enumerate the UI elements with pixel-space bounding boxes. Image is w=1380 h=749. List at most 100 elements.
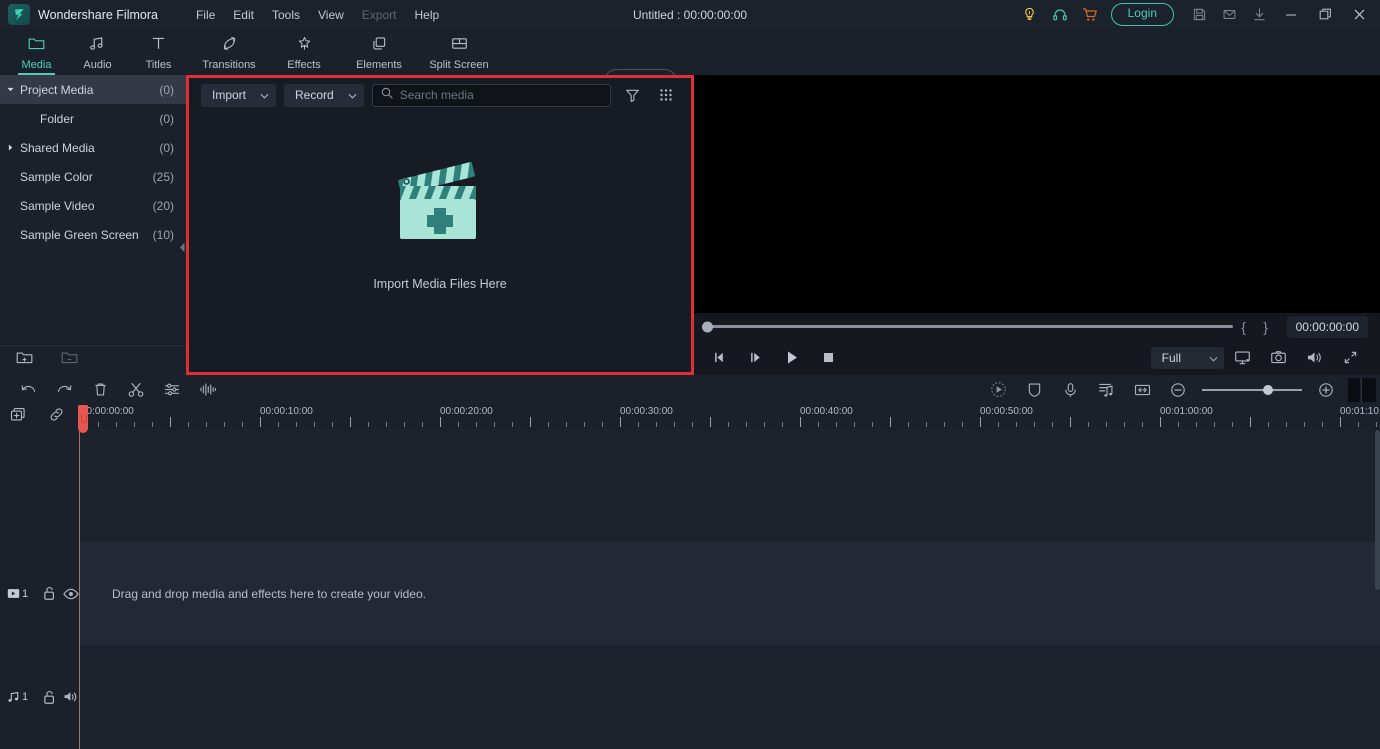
track-video-1-area[interactable]: Drag and drop media and effects here to … (79, 542, 1380, 646)
new-folder-icon[interactable] (16, 350, 33, 370)
sidebar-item-sample-video[interactable]: Sample Video (20) (0, 191, 186, 220)
link-icon[interactable] (48, 407, 65, 427)
mark-in-button[interactable]: { (1233, 319, 1255, 335)
sidebar-item-sample-color[interactable]: Sample Color (25) (0, 162, 186, 191)
save-icon[interactable] (1184, 0, 1214, 29)
adjust-icon[interactable] (154, 375, 190, 405)
clapperboard-icon (392, 156, 488, 257)
preview-scrubber[interactable] (704, 325, 1233, 328)
add-track-icon[interactable] (10, 407, 26, 427)
search-box[interactable] (372, 84, 611, 107)
lightbulb-icon[interactable] (1015, 0, 1045, 29)
chevron-right-icon[interactable] (0, 143, 20, 152)
sidebar-item-sample-green-screen[interactable]: Sample Green Screen (10) (0, 220, 186, 249)
folder-icon (28, 36, 45, 56)
quality-dropdown[interactable]: Full (1151, 347, 1224, 369)
menu-edit[interactable]: Edit (224, 4, 263, 26)
maximize-icon[interactable] (1308, 0, 1342, 29)
tab-effects[interactable]: Effects (269, 29, 339, 75)
close-icon[interactable] (1342, 0, 1376, 29)
undo-icon[interactable] (10, 375, 46, 405)
menu-file[interactable]: File (187, 4, 224, 26)
voiceover-icon[interactable] (1052, 375, 1088, 405)
render-preview-icon[interactable] (1224, 343, 1260, 373)
tab-elements[interactable]: Elements (339, 29, 419, 75)
media-empty-state[interactable]: Import Media Files Here (189, 112, 691, 372)
ruler-tick (494, 422, 495, 427)
ruler-tick (656, 422, 657, 427)
zoom-slider-track[interactable] (1202, 389, 1302, 391)
zoom-in-icon[interactable] (1308, 375, 1344, 405)
crop-icon[interactable] (1016, 375, 1052, 405)
login-button[interactable]: Login (1111, 3, 1174, 25)
split-icon[interactable] (118, 375, 154, 405)
volume-icon[interactable] (1296, 343, 1332, 373)
redo-icon[interactable] (46, 375, 82, 405)
delete-icon[interactable] (82, 375, 118, 405)
record-dropdown[interactable]: Record (284, 84, 364, 107)
ruler-tick (620, 417, 621, 427)
menu-help[interactable]: Help (405, 4, 448, 26)
stop-icon[interactable] (810, 343, 846, 373)
chevron-down-icon[interactable] (0, 85, 20, 94)
filter-icon[interactable] (619, 82, 645, 108)
unlock-icon[interactable] (42, 586, 57, 601)
timeline: 00:00:00:0000:00:10:0000:00:20:0000:00:3… (0, 405, 1380, 749)
tab-transitions[interactable]: Transitions (189, 29, 269, 75)
menu-view[interactable]: View (309, 4, 353, 26)
zoom-slider[interactable] (1202, 375, 1302, 405)
sidebar-count: (0) (159, 83, 174, 97)
ruler-tick (1016, 422, 1017, 427)
ruler-tick (584, 422, 585, 427)
mark-out-button[interactable]: } (1255, 319, 1277, 335)
download-icon[interactable] (1244, 0, 1274, 29)
fit-timeline-icon[interactable] (1124, 375, 1160, 405)
tab-audio[interactable]: Audio (67, 29, 128, 75)
mail-icon[interactable] (1214, 0, 1244, 29)
search-input[interactable] (400, 88, 602, 102)
timeline-vertical-scrollbar[interactable] (1375, 430, 1380, 590)
quality-label: Full (1162, 351, 1181, 365)
timeline-ruler[interactable]: 00:00:00:0000:00:10:0000:00:20:0000:00:3… (79, 405, 1380, 430)
sidebar-item-shared-media[interactable]: Shared Media (0) (0, 133, 186, 162)
chevron-down-icon[interactable] (348, 88, 357, 102)
sidebar-item-project-media[interactable]: Project Media (0) (0, 75, 186, 104)
unlock-icon[interactable] (42, 690, 57, 705)
track-audio-1-area[interactable] (79, 646, 1380, 749)
tab-titles[interactable]: Titles (128, 29, 189, 75)
ruler-label: 00:01:10:00 (1340, 406, 1380, 417)
render-preview-icon[interactable] (980, 375, 1016, 405)
track-area-empty[interactable] (79, 430, 1380, 542)
scrubber-handle[interactable] (702, 321, 713, 332)
beat-detect-icon[interactable] (1088, 375, 1124, 405)
snapshot-icon[interactable] (1260, 343, 1296, 373)
cart-icon[interactable] (1075, 0, 1105, 29)
eye-icon[interactable] (63, 588, 79, 600)
headset-icon[interactable] (1045, 0, 1075, 29)
tab-split-screen[interactable]: Split Screen (419, 29, 499, 75)
chevron-down-icon[interactable] (1209, 351, 1218, 365)
prev-frame-icon[interactable] (702, 343, 738, 373)
zoom-slider-handle[interactable] (1263, 385, 1273, 395)
audio-detach-icon[interactable] (190, 375, 226, 405)
marker-panel-icon[interactable] (1344, 375, 1380, 405)
media-sidebar: Project Media (0) Folder (0) Shared Medi… (0, 75, 186, 375)
menu-tools[interactable]: Tools (263, 4, 309, 26)
ruler-tick (728, 422, 729, 427)
fullscreen-icon[interactable] (1332, 343, 1368, 373)
sidebar-item-folder[interactable]: Folder (0) (0, 104, 186, 133)
import-dropdown[interactable]: Import (201, 84, 276, 107)
ruler-tick (1124, 422, 1125, 427)
tab-media[interactable]: Media (6, 29, 67, 75)
play-icon[interactable] (774, 343, 810, 373)
speaker-icon[interactable] (63, 690, 79, 704)
next-frame-icon[interactable] (738, 343, 774, 373)
video-preview-stage[interactable] (694, 75, 1380, 313)
grid-view-icon[interactable] (653, 82, 679, 108)
preview-timecode[interactable]: 00:00:00:00 (1287, 316, 1368, 338)
chevron-down-icon[interactable] (260, 88, 269, 102)
preview-scrubber-row: { } 00:00:00:00 (694, 313, 1380, 341)
remove-folder-icon[interactable] (61, 350, 78, 370)
minimize-icon[interactable] (1274, 0, 1308, 29)
zoom-out-icon[interactable] (1160, 375, 1196, 405)
